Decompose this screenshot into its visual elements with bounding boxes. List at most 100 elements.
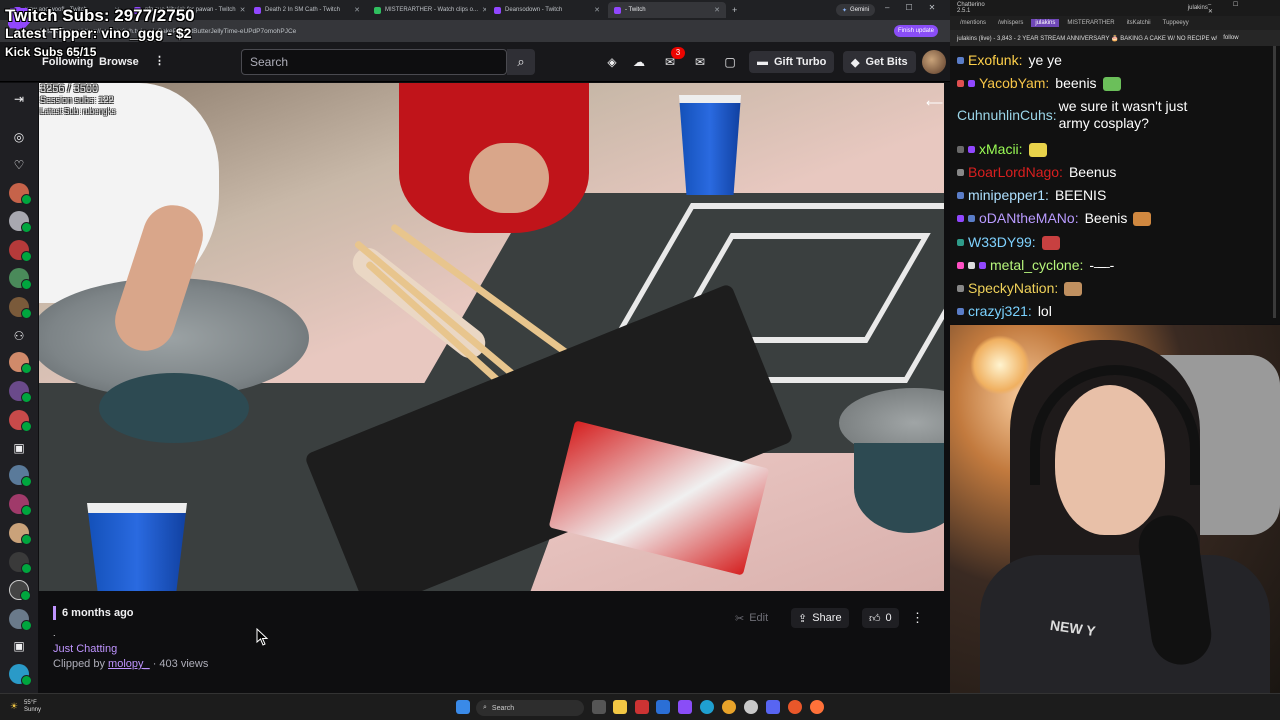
- browser-tab[interactable]: Death 2 In SM Cath - Twitch ✕: [248, 2, 366, 18]
- weather-widget[interactable]: 55°F Sunny: [24, 700, 41, 714]
- twitch-app-icon[interactable]: [678, 700, 692, 714]
- discord-icon[interactable]: [766, 700, 780, 714]
- channel-avatar[interactable]: [9, 381, 32, 403]
- minimize-icon[interactable]: –: [885, 3, 889, 12]
- add-friend-icon[interactable]: ⚇: [10, 328, 28, 344]
- chat-message[interactable]: SpeckyNation:: [957, 280, 1083, 297]
- gift-turbo-button[interactable]: ▬ Gift Turbo: [749, 51, 835, 73]
- taskbar-search[interactable]: ⌕ Search: [476, 700, 584, 716]
- close-window-icon[interactable]: ✕: [929, 3, 936, 12]
- close-tab-icon[interactable]: ✕: [354, 6, 360, 14]
- gemini-button[interactable]: ✦ Gemini: [836, 4, 876, 16]
- channel-avatar[interactable]: [9, 494, 32, 516]
- chat-message[interactable]: crazyj321: lol: [957, 303, 1052, 320]
- app-icon[interactable]: [635, 700, 649, 714]
- maximize-icon[interactable]: ☐: [905, 3, 912, 12]
- channel-avatar[interactable]: [9, 552, 32, 574]
- browser-tab[interactable]: Deansodown - Twitch ✕: [488, 2, 606, 18]
- chat-message[interactable]: Exofunk: ye ye: [957, 52, 1062, 69]
- chat-username[interactable]: CuhnuhlinCuhs:: [957, 107, 1057, 124]
- following-heart-icon[interactable]: ♡: [10, 157, 28, 173]
- close-tab-icon[interactable]: ✕: [240, 6, 246, 14]
- chat-tab[interactable]: MISTERARTHER: [1063, 19, 1118, 27]
- chat-username[interactable]: minipepper1:: [968, 187, 1049, 204]
- close-tab-icon[interactable]: ✕: [482, 6, 486, 14]
- chat-message[interactable]: BoarLordNago: Beenus: [957, 164, 1116, 181]
- finish-update-button[interactable]: Finish update: [894, 25, 939, 37]
- channel-avatar[interactable]: [9, 183, 32, 205]
- chat-message[interactable]: YacobYam: beenis: [957, 75, 1121, 92]
- chat-message[interactable]: oDANtheMANo: Beenis: [957, 210, 1152, 227]
- chatterino-user[interactable]: julakins: [1188, 5, 1208, 11]
- channel-avatar[interactable]: [9, 352, 32, 374]
- crown-icon[interactable]: ☁: [632, 55, 646, 69]
- chat-username[interactable]: crazyj321:: [968, 303, 1032, 320]
- task-view-icon[interactable]: [592, 700, 606, 714]
- prime-icon[interactable]: ◈: [605, 55, 619, 69]
- whispers-icon[interactable]: ▢: [723, 55, 737, 69]
- firefox-icon[interactable]: [810, 700, 824, 714]
- video-icon[interactable]: ▣: [10, 638, 28, 654]
- chat-username[interactable]: W33DY99:: [968, 234, 1036, 251]
- get-bits-button[interactable]: ◆ Get Bits: [843, 51, 916, 73]
- chat-message[interactable]: W33DY99:: [957, 234, 1060, 251]
- share-button[interactable]: ⇪ Share: [791, 608, 849, 628]
- chat-message[interactable]: CuhnuhlinCuhs: we sure it wasn't just arm…: [957, 98, 1267, 132]
- channel-avatar[interactable]: [9, 268, 32, 290]
- chat-tab[interactable]: /whispers: [994, 19, 1027, 27]
- close-tab-icon[interactable]: ✕: [594, 6, 600, 14]
- chat-username[interactable]: metal_cyclone:: [990, 257, 1083, 274]
- chat-username[interactable]: Exofunk:: [968, 52, 1022, 69]
- chat-username[interactable]: BoarLordNago:: [968, 164, 1063, 181]
- app-icon[interactable]: [744, 700, 758, 714]
- search-icon[interactable]: ⌕: [507, 49, 535, 75]
- clip-video-player[interactable]: [39, 83, 944, 591]
- category-link[interactable]: Just Chatting: [53, 643, 117, 655]
- channel-avatar[interactable]: [9, 580, 31, 601]
- video-icon[interactable]: ▣: [10, 440, 28, 456]
- channel-avatar[interactable]: [9, 465, 32, 487]
- channel-avatar[interactable]: [9, 609, 32, 631]
- edit-button[interactable]: ✂ Edit: [728, 608, 775, 628]
- new-tab-icon[interactable]: +: [732, 5, 737, 15]
- more-options-icon[interactable]: ⋮: [911, 610, 924, 626]
- chat-message[interactable]: metal_cyclone: - ̶ ̶ ̶ -: [957, 257, 1114, 274]
- channel-avatar[interactable]: [9, 410, 32, 432]
- chrome-icon[interactable]: [722, 700, 736, 714]
- channel-avatar[interactable]: [9, 297, 32, 319]
- browser-tab[interactable]: MISTERARTHER - Watch clips o... ✕: [368, 2, 486, 18]
- expand-sidebar-icon[interactable]: ⇥: [10, 91, 28, 107]
- chat-message[interactable]: minipepper1: BEENIS: [957, 187, 1106, 204]
- edge-icon[interactable]: [700, 700, 714, 714]
- file-explorer-icon[interactable]: [613, 700, 627, 714]
- inbox-icon[interactable]: ✉: [693, 55, 707, 69]
- user-avatar[interactable]: [922, 50, 946, 74]
- chat-username[interactable]: xMacii:: [979, 141, 1023, 158]
- start-icon[interactable]: [456, 700, 470, 714]
- more-menu-icon[interactable]: ⋮: [154, 54, 165, 67]
- chat-follow-label[interactable]: follow: [1223, 35, 1238, 41]
- channel-avatar[interactable]: [9, 211, 32, 233]
- channel-avatar[interactable]: [9, 664, 32, 686]
- chat-username[interactable]: SpeckyNation:: [968, 280, 1058, 297]
- chat-scrollbar[interactable]: [1273, 46, 1276, 318]
- chat-tab[interactable]: /mentions: [956, 19, 990, 27]
- like-button[interactable]: 👍︎ 0: [862, 608, 899, 628]
- recommended-icon[interactable]: ◎: [10, 129, 28, 145]
- chat-username[interactable]: YacobYam:: [979, 75, 1049, 92]
- chat-tab-active[interactable]: julakins: [1031, 19, 1060, 27]
- window-controls[interactable]: – ☐ ✕: [1208, 1, 1272, 15]
- chat-tab[interactable]: Tuppeeyy: [1159, 19, 1193, 27]
- clipper-link[interactable]: molopy_: [108, 658, 150, 670]
- collapse-icon[interactable]: ⟵: [926, 96, 943, 110]
- chat-tab[interactable]: itsKatchii: [1123, 19, 1155, 27]
- channel-avatar[interactable]: [9, 240, 32, 262]
- channel-avatar[interactable]: [9, 523, 32, 545]
- app-icon[interactable]: [656, 700, 670, 714]
- search-input[interactable]: Search: [241, 49, 507, 75]
- browse-link[interactable]: Browse: [99, 56, 139, 68]
- app-icon[interactable]: [788, 700, 802, 714]
- browser-tab-active[interactable]: - Twitch ✕: [608, 2, 726, 18]
- chat-message[interactable]: xMacii:: [957, 141, 1047, 158]
- chat-username[interactable]: oDANtheMANo:: [979, 210, 1079, 227]
